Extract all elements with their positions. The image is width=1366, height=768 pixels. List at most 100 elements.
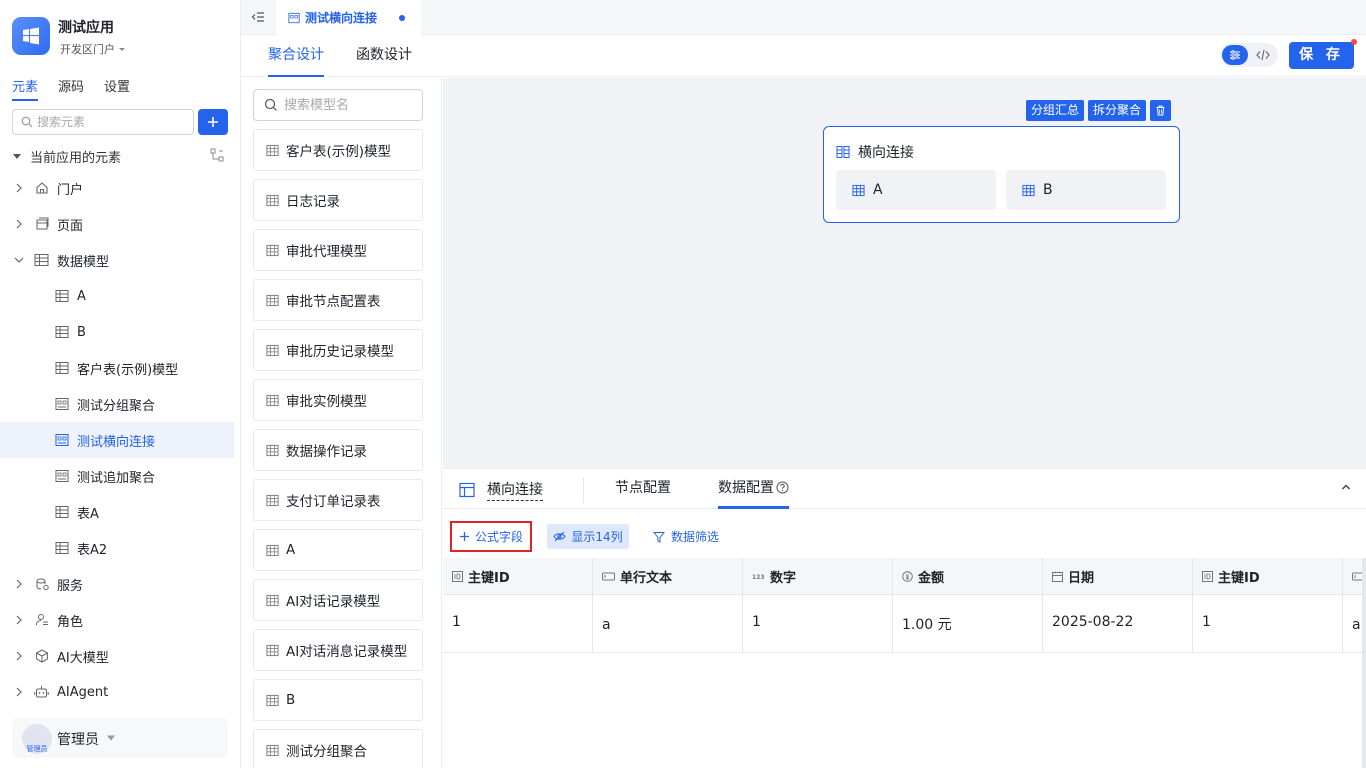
sidebar-item-roles[interactable]: 角色 xyxy=(0,602,234,638)
chevron-right-icon xyxy=(16,579,22,589)
config-node-name[interactable]: 横向连接 xyxy=(487,479,543,501)
model-list-label: 支付订单记录表 xyxy=(286,494,381,510)
table-icon xyxy=(266,494,279,506)
table-cell[interactable]: a xyxy=(593,595,743,652)
node-source-a[interactable]: A xyxy=(836,170,996,210)
column-header-label: 主键ID xyxy=(1218,570,1260,586)
tab-data-config[interactable]: 数据配置 xyxy=(718,469,789,509)
user-menu[interactable]: 管理员 管理员 xyxy=(12,718,228,758)
tab-source[interactable]: 源码 xyxy=(58,76,84,101)
model-list-item[interactable]: A xyxy=(253,529,423,571)
model-list-label: A xyxy=(286,542,296,558)
config-tabs: 横向连接 节点配置 数据配置 xyxy=(443,469,1366,509)
sidebar-item-horizontal-join[interactable]: 测试横向连接 xyxy=(0,422,234,458)
view-mode-toggle[interactable] xyxy=(1220,43,1278,67)
column-header[interactable]: 主键ID xyxy=(443,558,593,594)
model-list-item[interactable]: 审批节点配置表 xyxy=(253,279,423,321)
show-columns-button[interactable]: 显示14列 xyxy=(547,524,629,549)
sidebar-item-data-models[interactable]: 数据模型 xyxy=(0,242,234,278)
split-aggregate-button[interactable]: 拆分聚合 xyxy=(1088,100,1147,121)
join-node[interactable]: 横向连接 A B xyxy=(823,126,1180,223)
model-list-item[interactable]: 支付订单记录表 xyxy=(253,479,423,521)
column-header[interactable]: 123 数字 xyxy=(743,558,893,594)
model-list-item[interactable]: 审批实例模型 xyxy=(253,379,423,421)
column-header[interactable]: 单行文本 xyxy=(593,558,743,594)
table-cell[interactable]: 1 xyxy=(443,595,593,652)
table-icon xyxy=(34,254,49,266)
column-header[interactable]: 主键ID xyxy=(1193,558,1343,594)
sidebar-item-table-a2[interactable]: 表A2 xyxy=(0,530,234,566)
add-formula-field-button[interactable]: 公式字段 xyxy=(450,521,532,552)
doc-tab-horizontal-join[interactable]: 测试横向连接 xyxy=(276,0,421,35)
chevron-up-icon[interactable] xyxy=(1340,481,1352,493)
aggregate-icon xyxy=(55,470,69,482)
model-list-item[interactable]: 测试分组聚合 xyxy=(253,729,423,768)
sidebar-tabs: 元素 源码 设置 xyxy=(12,76,130,101)
svg-text:123: 123 xyxy=(752,574,765,581)
sidebar-item-customer-model[interactable]: 客户表(示例)模型 xyxy=(0,350,234,386)
group-summary-button[interactable]: 分组汇总 xyxy=(1026,100,1085,121)
table-icon xyxy=(266,444,279,456)
model-list-item[interactable]: AI对话消息记录模型 xyxy=(253,629,423,671)
table-cell[interactable]: 2025-08-22 xyxy=(1043,595,1193,652)
sidebar-item-model-a[interactable]: A xyxy=(0,278,234,314)
avatar-text: 管理员 xyxy=(26,745,48,753)
tab-elements[interactable]: 元素 xyxy=(12,76,39,101)
column-header[interactable]: 日期 xyxy=(1043,558,1193,594)
table-row[interactable]: 1 a 1 1.00 元 2025-08-22 1 a xyxy=(443,595,1366,653)
id-icon xyxy=(452,570,463,582)
table-cell[interactable]: 1 xyxy=(743,595,893,652)
save-button[interactable]: 保 存 xyxy=(1289,42,1354,69)
design-canvas[interactable]: 分组汇总 拆分聚合 横向连接 A B xyxy=(443,78,1366,468)
table-cell[interactable]: 1.00 元 xyxy=(893,595,1043,652)
model-list-item[interactable]: AI对话记录模型 xyxy=(253,579,423,621)
delete-node-button[interactable] xyxy=(1150,100,1172,121)
sidebar-item-append-aggregate[interactable]: 测试追加聚合 xyxy=(0,458,234,494)
model-list-item[interactable]: B xyxy=(253,679,423,721)
sidebar-item-table-a[interactable]: 表A xyxy=(0,494,234,530)
data-filter-button[interactable]: 数据筛选 xyxy=(653,524,719,549)
tab-node-config[interactable]: 节点配置 xyxy=(615,469,671,509)
doc-tab-label: 测试横向连接 xyxy=(305,11,378,25)
table-cell[interactable]: 1 xyxy=(1193,595,1343,652)
model-list-item[interactable]: 审批历史记录模型 xyxy=(253,329,423,371)
model-list-item[interactable]: 审批代理模型 xyxy=(253,229,423,271)
model-list: 客户表(示例)模型 日志记录审批代理模型 审批节点配置表审批历史记录模型审批实例模型… xyxy=(253,129,423,768)
structure-icon[interactable] xyxy=(210,148,224,162)
sidebar-item-model-b[interactable]: B xyxy=(0,314,234,350)
model-search-input[interactable] xyxy=(284,97,419,113)
sidebar-item-group-aggregate[interactable]: 测试分组聚合 xyxy=(0,386,234,422)
sidebar-item-portal[interactable]: 门户 xyxy=(0,170,234,206)
scrollbar[interactable] xyxy=(1362,558,1366,768)
sidebar-item-ai-agent[interactable]: AIAgent xyxy=(0,674,234,710)
table-icon xyxy=(266,294,279,306)
model-list-label: 审批历史记录模型 xyxy=(286,344,394,360)
add-element-button[interactable] xyxy=(198,109,228,135)
sidebar-item-label: B xyxy=(77,324,86,340)
tab-aggregate-design[interactable]: 聚合设计 xyxy=(268,35,324,77)
node-source-b[interactable]: B xyxy=(1006,170,1166,210)
help-icon[interactable] xyxy=(776,481,789,494)
model-list-item[interactable]: 数据操作记录 xyxy=(253,429,423,471)
collapse-sidebar-icon[interactable] xyxy=(251,10,265,24)
tab-function-design[interactable]: 函数设计 xyxy=(356,35,412,77)
chevron-right-icon xyxy=(16,651,22,661)
node-actions: 分组汇总 拆分聚合 xyxy=(1026,100,1172,121)
data-grid: 主键ID 单行文本 123 数字 金额 日期 主键ID 1 a 1 1.00 元 2025-08-2… xyxy=(443,558,1366,653)
sidebar-item-label: 客户表(示例)模型 xyxy=(77,362,179,378)
sidebar-item-ai-models[interactable]: AI大模型 xyxy=(0,638,234,674)
code-icon[interactable] xyxy=(1256,48,1270,62)
node-title-label: 横向连接 xyxy=(858,145,914,161)
column-header[interactable]: 金额 xyxy=(893,558,1043,594)
config-panel: 横向连接 节点配置 数据配置 公式字段 显示14列 数据筛选 主键ID 单行文本 1… xyxy=(443,468,1366,768)
tab-settings[interactable]: 设置 xyxy=(104,76,130,101)
portal-selector[interactable]: 开发区门户 xyxy=(60,41,127,57)
element-search-input[interactable] xyxy=(37,115,177,129)
sidebar-item-services[interactable]: 服务 xyxy=(0,566,234,602)
model-list-item[interactable]: 日志记录 xyxy=(253,179,423,221)
settings-sliders-icon[interactable] xyxy=(1222,45,1248,65)
model-list-item[interactable]: 客户表(示例)模型 xyxy=(253,129,423,171)
sidebar-item-pages[interactable]: 页面 xyxy=(0,206,234,242)
tab-data-config-label: 数据配置 xyxy=(718,479,774,496)
tree-root[interactable]: 当前应用的元素 xyxy=(12,146,232,166)
